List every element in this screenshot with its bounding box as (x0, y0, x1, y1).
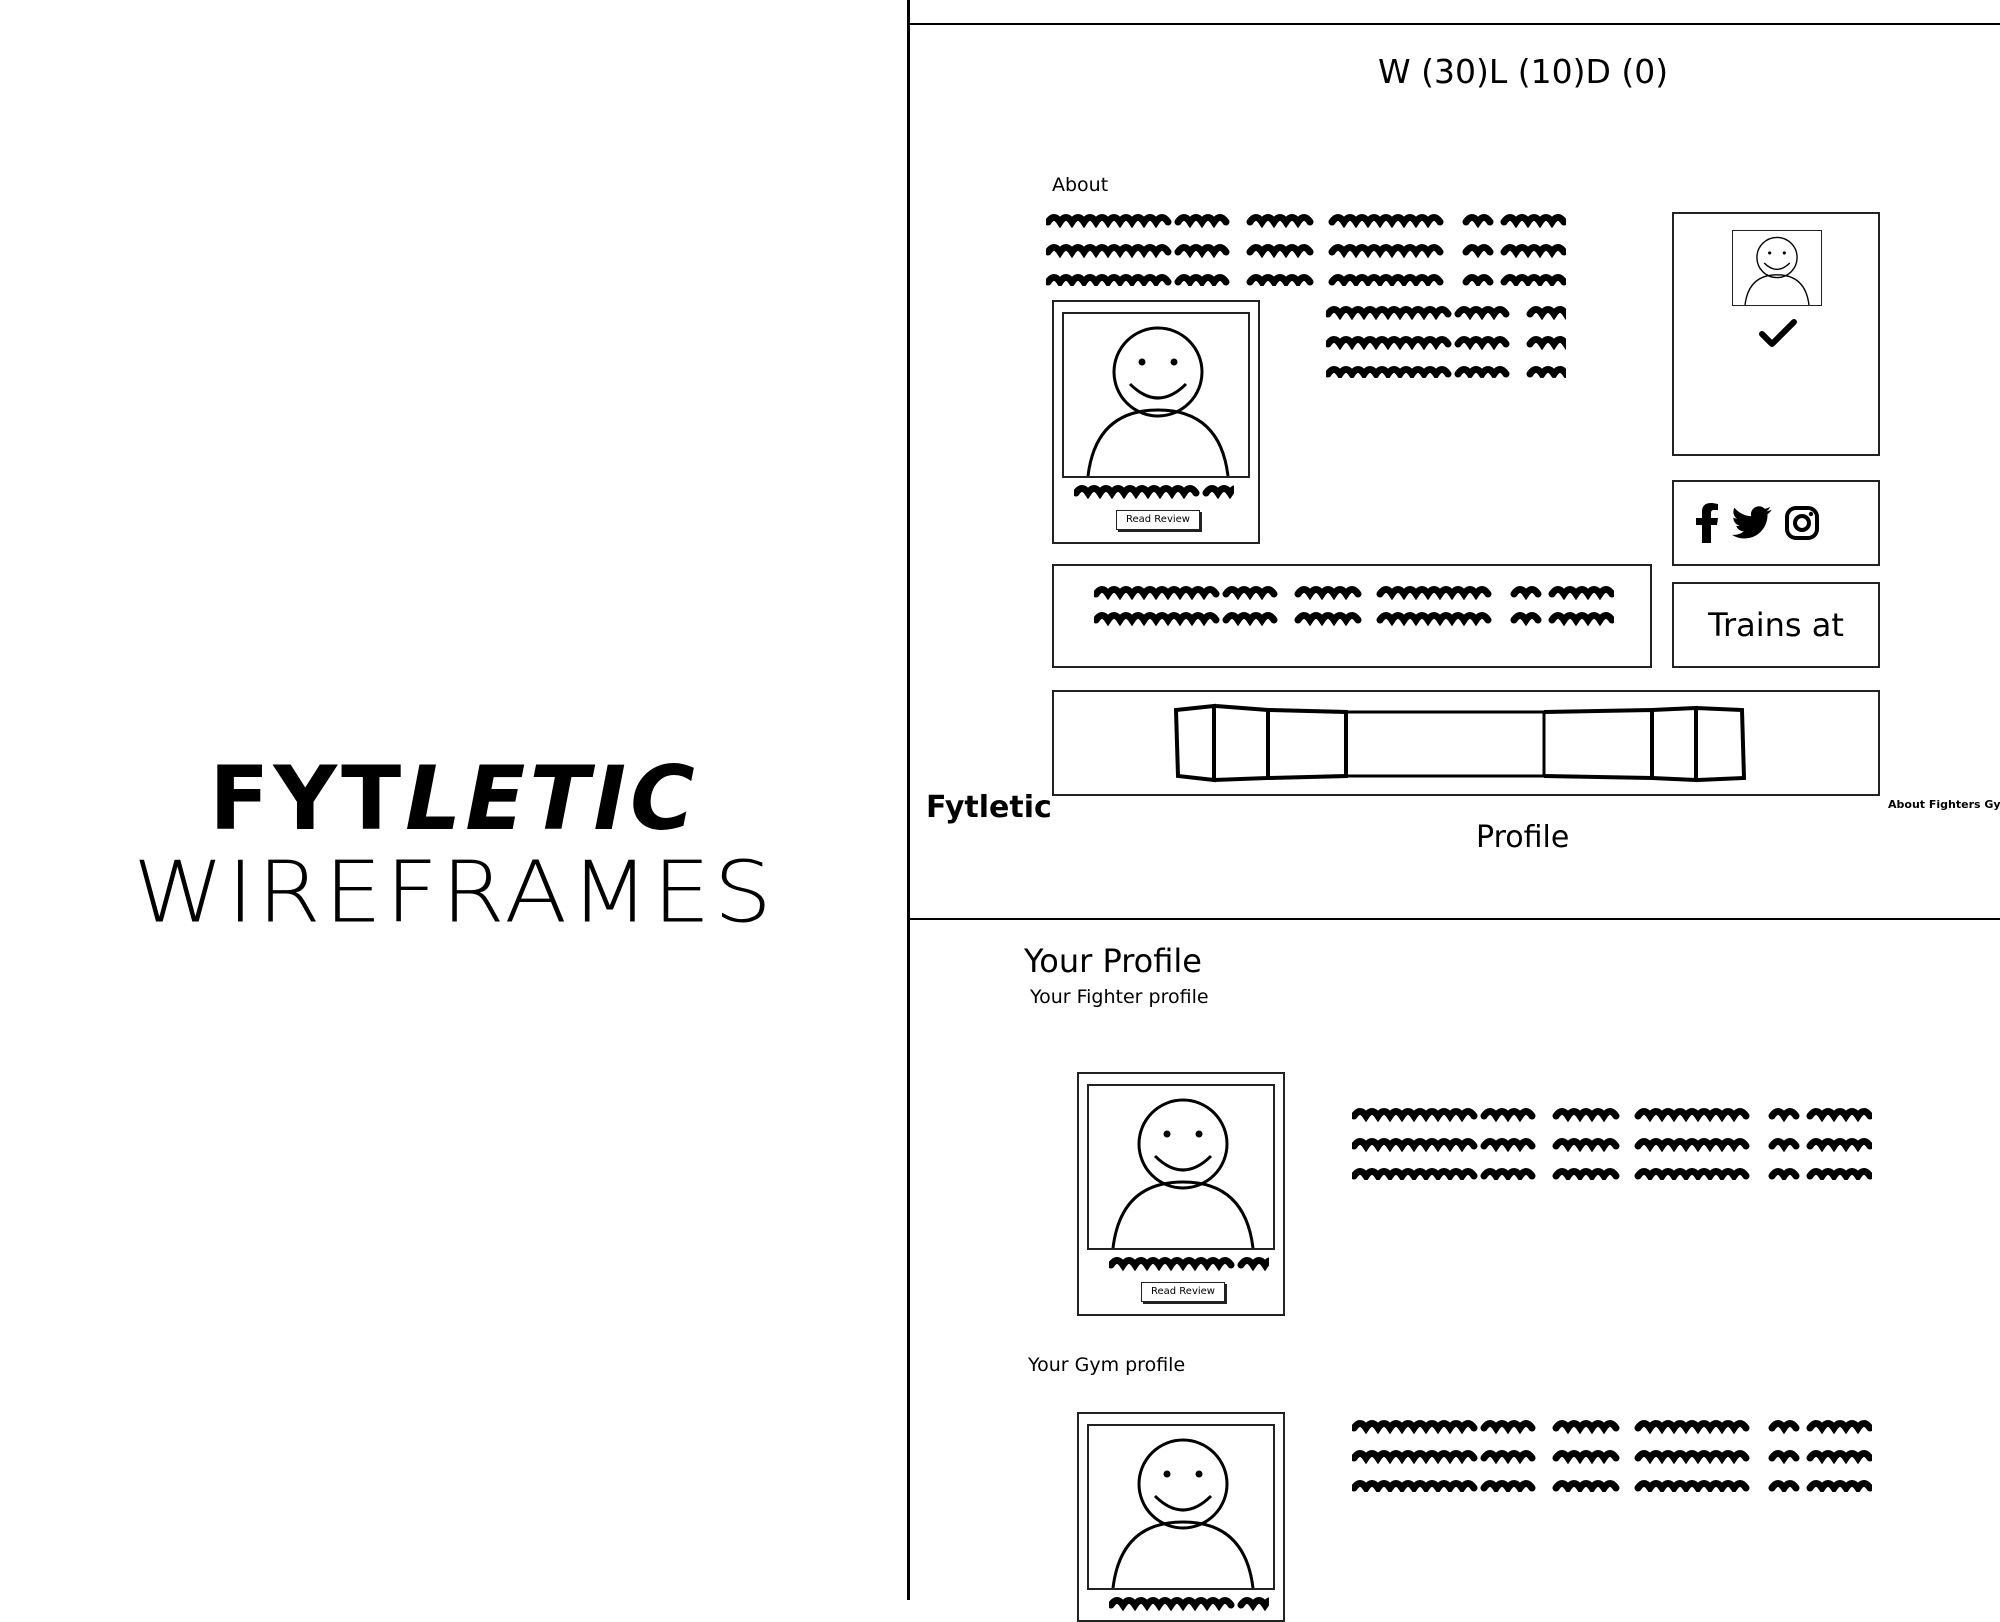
bio-panel (1052, 564, 1652, 668)
checkmark-icon (1759, 319, 1797, 347)
avatar-icon (1111, 1098, 1255, 1248)
fighter-card[interactable]: Read Review (1052, 300, 1260, 544)
trains-at-panel[interactable]: Trains at (1672, 582, 1880, 668)
vertical-divider (907, 0, 910, 1600)
site-logo[interactable]: Fytletic (926, 790, 1052, 825)
page-title: Your Profile (1024, 942, 1202, 980)
your-fighter-card[interactable]: Read Review (1077, 1072, 1285, 1316)
avatar-icon (1744, 236, 1810, 305)
frame-separator (909, 918, 2000, 920)
fight-record: W (30)L (10)D (0) (1378, 52, 1669, 91)
fighter-photo (1087, 1084, 1275, 1250)
fighter-name-placeholder (1074, 480, 1234, 500)
fighter-name-placeholder (1109, 1252, 1269, 1272)
nav-links[interactable]: About Fighters Gym (1888, 798, 2000, 811)
brand-part-2: LETIC (405, 747, 699, 850)
bio-text-placeholder (1094, 582, 1618, 628)
brand-part-1: FYT (209, 747, 406, 850)
fighter-profile-text-placeholder (1352, 1104, 1876, 1180)
read-review-button[interactable]: Read Review (1116, 510, 1200, 530)
about-text-placeholder-2 (1326, 302, 1566, 378)
user-thumbnail (1732, 230, 1822, 306)
your-gym-card[interactable] (1077, 1412, 1285, 1622)
gym-photo (1087, 1424, 1275, 1590)
twitter-icon[interactable] (1732, 506, 1772, 540)
about-heading: About (1052, 174, 1109, 196)
gym-profile-text-placeholder (1352, 1416, 1876, 1492)
frame-label: Profile (1476, 820, 1570, 855)
frame-top-border (909, 23, 2000, 25)
read-review-button[interactable]: Read Review (1141, 1282, 1225, 1302)
avatar-icon (1086, 326, 1230, 476)
cover-subtitle: WIREFRAMES (132, 843, 776, 942)
carousel-images (1173, 703, 1747, 783)
gym-profile-label: Your Gym profile (1028, 1354, 1186, 1376)
instagram-icon[interactable] (1784, 505, 1820, 541)
social-links-panel (1672, 480, 1880, 566)
verified-user-panel (1672, 212, 1880, 456)
facebook-icon[interactable] (1694, 503, 1720, 543)
fighter-photo (1062, 312, 1250, 478)
cover-title: FYTLETIC WIREFRAMES (0, 755, 908, 942)
fighter-profile-label: Your Fighter profile (1030, 986, 1209, 1008)
brand-logo: FYTLETIC (0, 755, 908, 843)
gym-carousel[interactable] (1052, 690, 1880, 796)
about-text-placeholder (1046, 210, 1570, 286)
gym-name-placeholder (1109, 1592, 1269, 1612)
avatar-icon (1111, 1438, 1255, 1588)
